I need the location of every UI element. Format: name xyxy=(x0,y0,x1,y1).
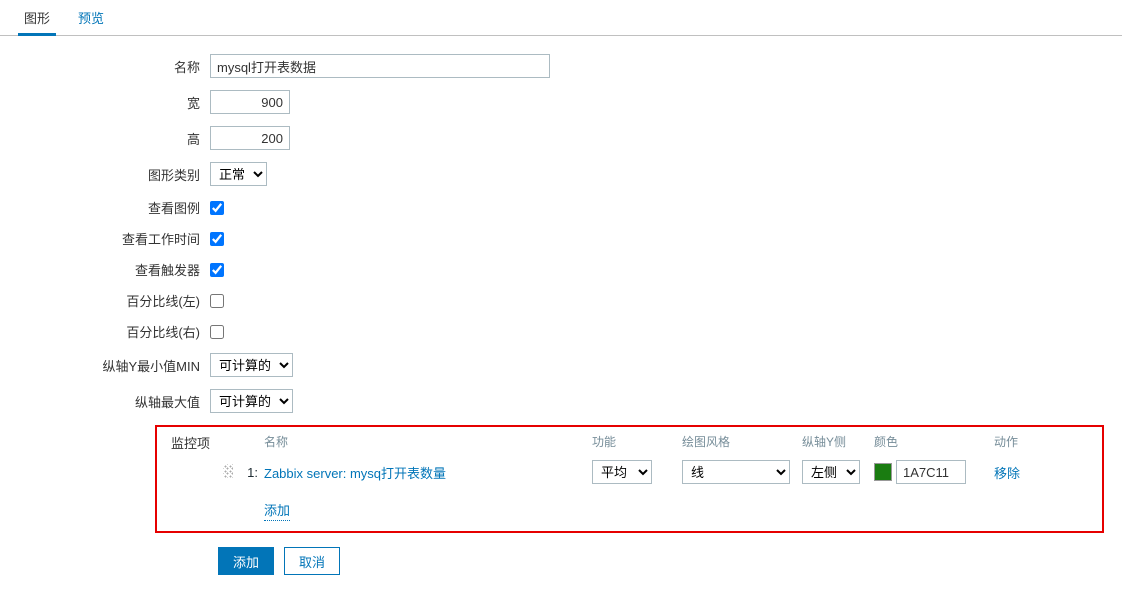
height-input[interactable] xyxy=(210,126,290,150)
name-input[interactable] xyxy=(210,54,550,78)
label-graph-type: 图形类别 xyxy=(0,165,210,184)
drag-icon[interactable] xyxy=(223,464,233,478)
cancel-button[interactable]: 取消 xyxy=(284,547,340,575)
show-working-time-checkbox[interactable] xyxy=(210,232,224,246)
label-y-min: 纵轴Y最小值MIN xyxy=(0,356,210,375)
header-function: 功能 xyxy=(592,433,682,450)
percentile-left-checkbox[interactable] xyxy=(210,294,224,308)
label-show-working-time: 查看工作时间 xyxy=(0,229,210,248)
label-y-max: 纵轴最大值 xyxy=(0,392,210,411)
label-width: 宽 xyxy=(0,93,210,112)
tab-graph[interactable]: 图形 xyxy=(10,0,64,35)
show-legend-checkbox[interactable] xyxy=(210,201,224,215)
row-index: 1: xyxy=(242,465,264,480)
label-show-legend: 查看图例 xyxy=(0,198,210,217)
show-triggers-checkbox[interactable] xyxy=(210,263,224,277)
items-header: 名称 功能 绘图风格 纵轴Y侧 颜色 动作 xyxy=(220,433,1094,450)
header-name: 名称 xyxy=(264,433,592,450)
form-buttons: 添加 取消 xyxy=(218,547,1122,575)
header-y-side: 纵轴Y侧 xyxy=(802,433,874,450)
y-side-select[interactable]: 左侧 xyxy=(802,460,860,484)
color-input[interactable] xyxy=(896,460,966,484)
add-item-link[interactable]: 添加 xyxy=(264,500,290,521)
remove-link[interactable]: 移除 xyxy=(994,466,1020,481)
add-button[interactable]: 添加 xyxy=(218,547,274,575)
width-input[interactable] xyxy=(210,90,290,114)
label-percentile-right: 百分比线(右) xyxy=(0,322,210,341)
color-swatch[interactable] xyxy=(874,463,892,481)
form: 名称 宽 高 图形类别 正常 查看图例 查看工作时间 xyxy=(0,36,1122,593)
label-height: 高 xyxy=(0,129,210,148)
tabs: 图形 预览 xyxy=(0,0,1122,36)
graph-type-select[interactable]: 正常 xyxy=(210,162,267,186)
draw-style-select[interactable]: 线 xyxy=(682,460,790,484)
header-action: 动作 xyxy=(994,433,1044,450)
items-panel: 监控项 名称 功能 绘图风格 纵轴Y侧 颜色 动作 1: Zabbix ser xyxy=(155,425,1104,533)
y-min-select[interactable]: 可计算的 xyxy=(210,353,293,377)
tab-preview[interactable]: 预览 xyxy=(64,0,118,35)
header-draw-style: 绘图风格 xyxy=(682,433,802,450)
function-select[interactable]: 平均 xyxy=(592,460,652,484)
label-name: 名称 xyxy=(0,57,210,76)
percentile-right-checkbox[interactable] xyxy=(210,325,224,339)
item-name-link[interactable]: Zabbix server: mysq打开表数量 xyxy=(264,466,446,481)
label-show-triggers: 查看触发器 xyxy=(0,260,210,279)
label-percentile-left: 百分比线(左) xyxy=(0,291,210,310)
header-color: 颜色 xyxy=(874,433,994,450)
items-section-label: 监控项 xyxy=(165,433,220,455)
table-row: 1: Zabbix server: mysq打开表数量 平均 线 xyxy=(220,460,1094,484)
y-max-select[interactable]: 可计算的 xyxy=(210,389,293,413)
